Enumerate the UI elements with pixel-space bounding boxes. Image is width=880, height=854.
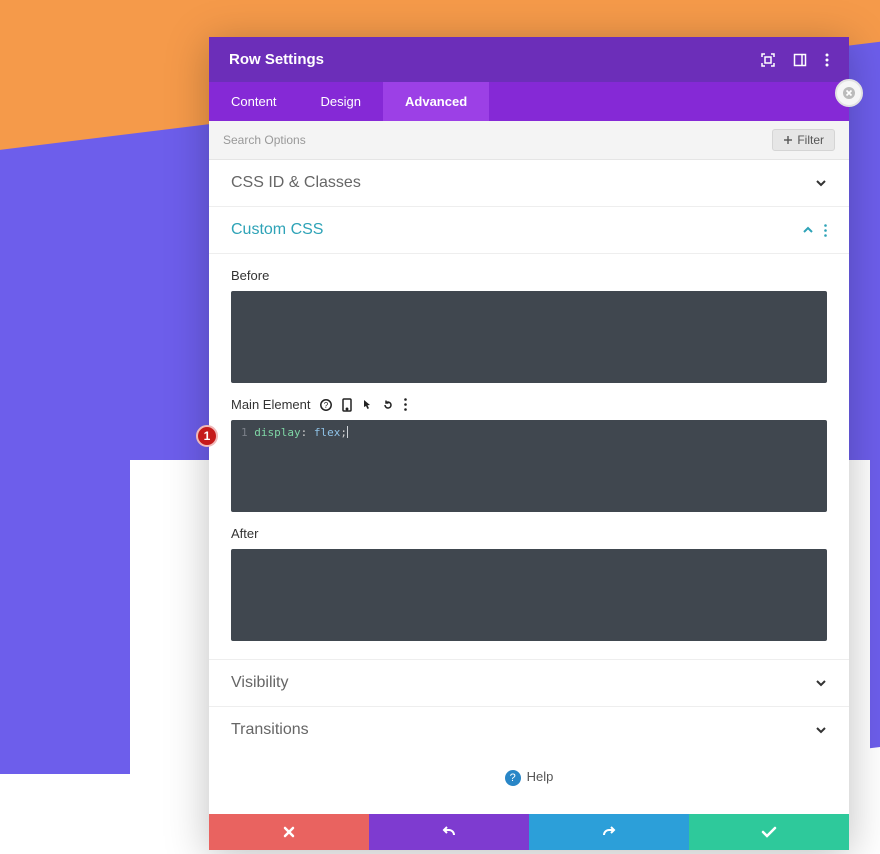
chevron-down-icon	[815, 726, 827, 734]
code-editor-after[interactable]	[231, 549, 827, 641]
help-icon: ?	[505, 770, 521, 786]
code-editor-main[interactable]: 1 display: flex;	[231, 420, 827, 512]
section-css-id-classes[interactable]: CSS ID & Classes	[209, 160, 849, 207]
modal-tabs: Content Design Advanced	[209, 82, 849, 121]
filter-button[interactable]: Filter	[772, 129, 835, 151]
redo-button[interactable]	[529, 814, 689, 850]
section-visibility[interactable]: Visibility	[209, 660, 849, 707]
reset-icon[interactable]	[382, 399, 394, 411]
tab-content[interactable]: Content	[209, 82, 299, 121]
section-title: CSS ID & Classes	[231, 174, 361, 192]
section-title: Transitions	[231, 721, 309, 739]
label-main-element: Main Element	[231, 397, 310, 412]
kebab-menu-icon[interactable]	[825, 53, 829, 67]
snap-icon[interactable]	[793, 53, 807, 67]
tab-design[interactable]: Design	[299, 82, 383, 121]
custom-css-body: Before Main Element ? 1 display: flex; A…	[209, 254, 849, 660]
hover-icon[interactable]	[362, 399, 372, 411]
svg-text:?: ?	[324, 401, 329, 410]
modal-header: Row Settings	[209, 37, 849, 82]
help-link[interactable]: ?Help	[209, 753, 849, 814]
cancel-button[interactable]	[209, 814, 369, 850]
section-kebab-icon[interactable]	[824, 224, 827, 237]
label-after: After	[231, 526, 827, 541]
section-transitions[interactable]: Transitions	[209, 707, 849, 753]
search-bar: Search Options Filter	[209, 121, 849, 160]
tablet-icon[interactable]	[342, 398, 352, 412]
undo-button[interactable]	[369, 814, 529, 850]
annotation-marker-1: 1	[196, 425, 218, 447]
tab-advanced[interactable]: Advanced	[383, 82, 489, 121]
chevron-up-icon	[802, 226, 814, 234]
help-icon[interactable]: ?	[320, 399, 332, 411]
section-custom-css[interactable]: Custom CSS	[209, 207, 849, 254]
close-modal-button[interactable]	[835, 79, 863, 107]
row-settings-modal: Row Settings Content Design Advanced Sea…	[209, 37, 849, 850]
save-button[interactable]	[689, 814, 849, 850]
filter-label: Filter	[797, 133, 824, 147]
code-editor-before[interactable]	[231, 291, 827, 383]
search-input[interactable]: Search Options	[223, 133, 306, 147]
more-icon[interactable]	[404, 398, 407, 411]
chevron-down-icon	[815, 679, 827, 687]
code-line: 1 display: flex;	[241, 426, 348, 439]
expand-icon[interactable]	[761, 53, 775, 67]
action-bar	[209, 814, 849, 850]
modal-title: Row Settings	[229, 51, 324, 68]
section-title: Visibility	[231, 674, 289, 692]
label-before: Before	[231, 268, 827, 283]
section-title: Custom CSS	[231, 221, 323, 239]
chevron-down-icon	[815, 179, 827, 187]
